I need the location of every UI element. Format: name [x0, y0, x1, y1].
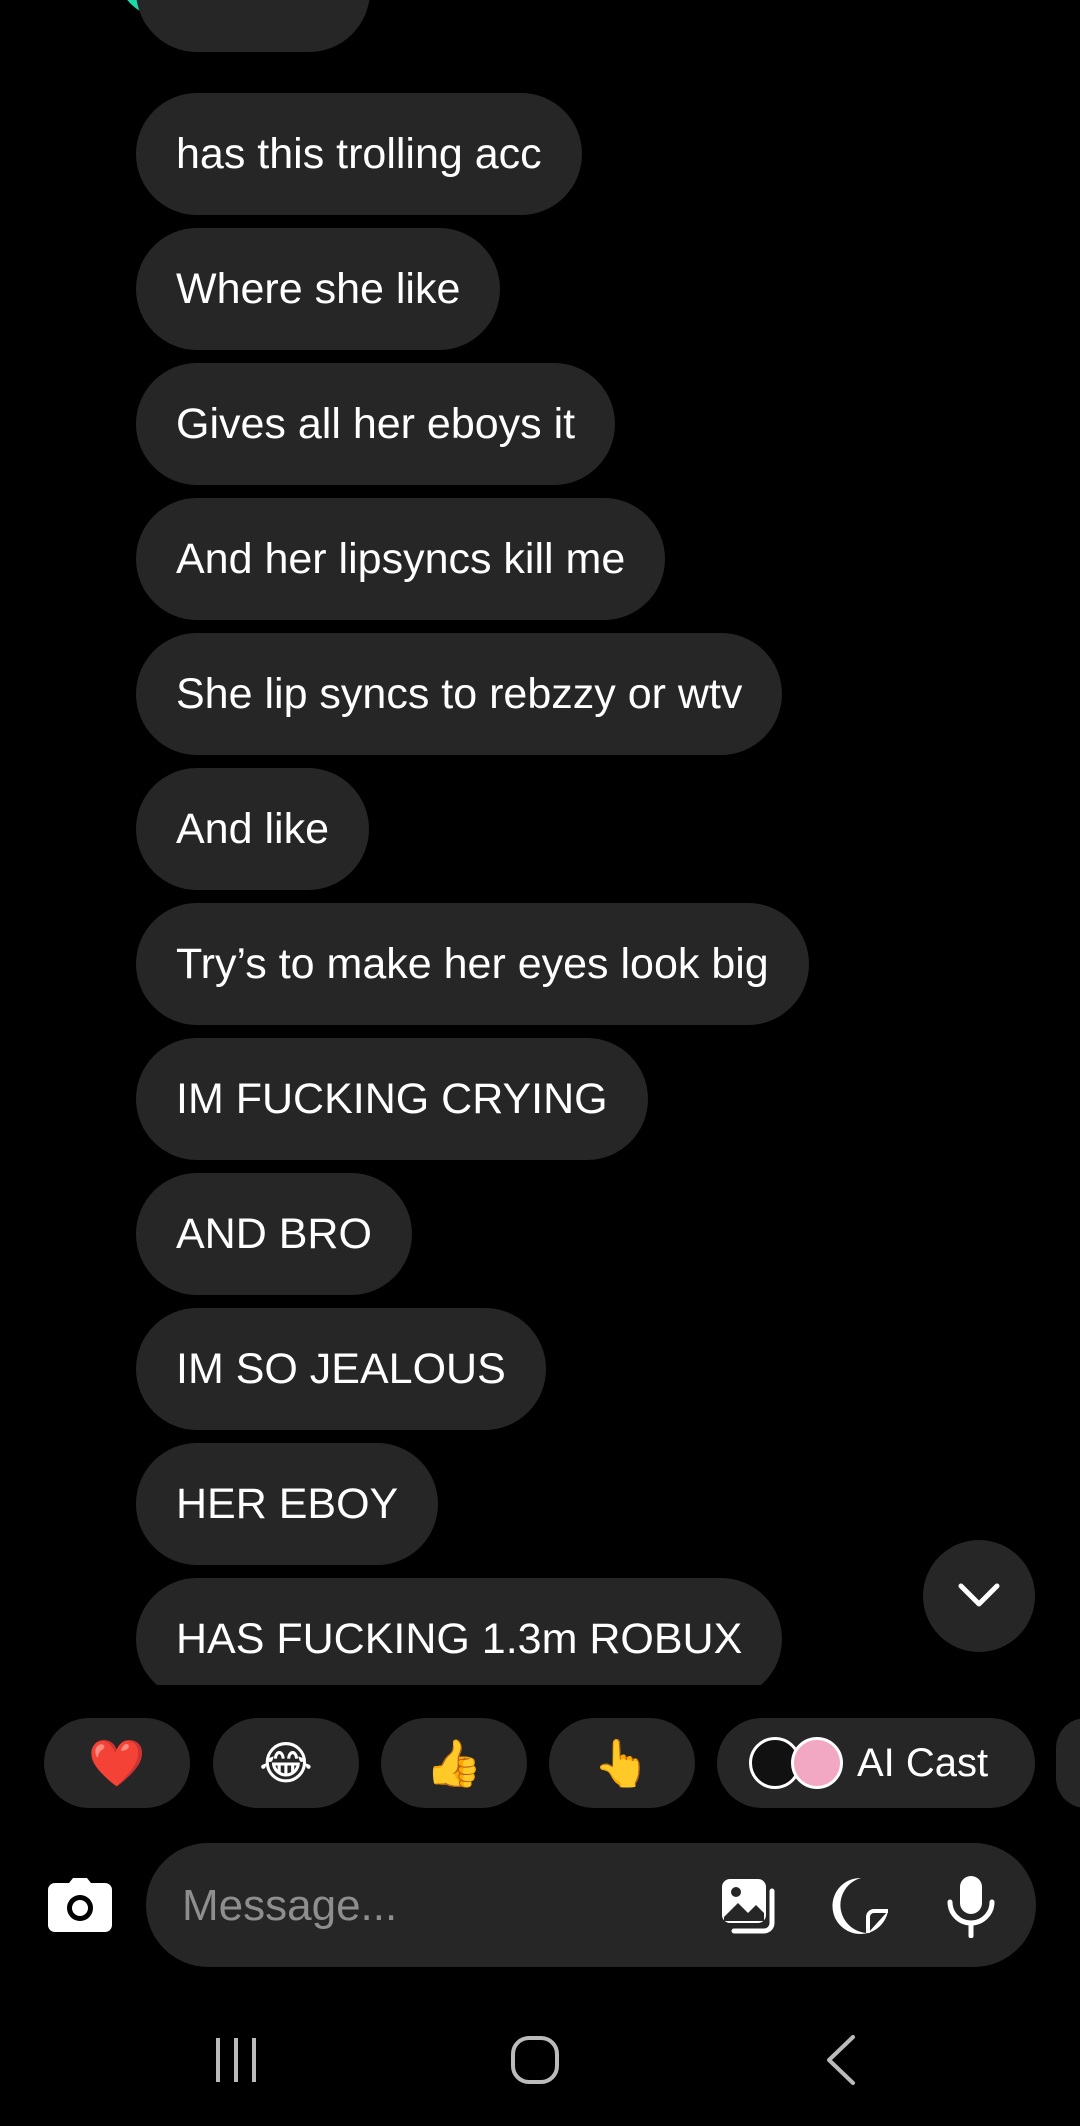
- message-text: IM FUCKING CRYING: [176, 1074, 608, 1123]
- ai-cast-button[interactable]: AI Cast: [717, 1718, 1035, 1808]
- heart-emoji: ❤️: [88, 1736, 146, 1789]
- pointing-emoji: 👆: [593, 1736, 651, 1789]
- message-bubble[interactable]: Where she like: [136, 228, 501, 350]
- camera-icon: [48, 1878, 112, 1932]
- reaction-pointing[interactable]: 👆: [549, 1718, 695, 1808]
- sticker-icon: [832, 1877, 888, 1934]
- home-icon: [511, 2036, 559, 2084]
- message-bubble[interactable]: [136, 0, 370, 52]
- message-thread[interactable]: has this trolling acc Where she like Giv…: [0, 0, 1080, 1685]
- camera-button[interactable]: [40, 1870, 120, 1940]
- message-text: has this trolling acc: [176, 129, 542, 178]
- sticker-button[interactable]: [826, 1871, 896, 1941]
- message-text: She lip syncs to rebzzy or wtv: [176, 669, 743, 718]
- ai-cast-label: AI Cast: [857, 1740, 989, 1785]
- message-bubble[interactable]: Gives all her eboys it: [136, 363, 616, 485]
- message-text: HER EBOY: [176, 1479, 399, 1528]
- message-bubble[interactable]: AND BRO: [136, 1173, 412, 1295]
- message-text: AND BRO: [176, 1209, 372, 1258]
- chevron-down-icon: [958, 1583, 1000, 1607]
- message-text: Try’s to make her eyes look big: [176, 939, 769, 988]
- thumbs-up-emoji: 👍: [425, 1736, 483, 1789]
- message-text: HAS FUCKING 1.3m ROBUX: [176, 1614, 743, 1663]
- message-text: Where she like: [176, 264, 461, 313]
- back-icon: [827, 2035, 855, 2085]
- message-bubble[interactable]: She lip syncs to rebzzy or wtv: [136, 633, 783, 755]
- scroll-to-bottom-button[interactable]: [923, 1540, 1035, 1652]
- message-input[interactable]: [180, 1843, 704, 1969]
- message-bubble[interactable]: IM SO JEALOUS: [136, 1308, 546, 1430]
- back-button[interactable]: [800, 2028, 880, 2092]
- message-bubble[interactable]: IM FUCKING CRYING: [136, 1038, 648, 1160]
- message-bubble[interactable]: HER EBOY: [136, 1443, 439, 1565]
- laughing-emoji: 😂: [259, 1737, 313, 1789]
- recents-icon: [216, 2038, 256, 2082]
- message-composer: [146, 1843, 1036, 1969]
- message-text: IM SO JEALOUS: [176, 1344, 506, 1393]
- message-bubble[interactable]: HAS FUCKING 1.3m ROBUX: [136, 1578, 783, 1685]
- message-bubble[interactable]: And her lipsyncs kill me: [136, 498, 666, 620]
- gallery-button[interactable]: [714, 1871, 784, 1941]
- microphone-button[interactable]: [936, 1871, 1006, 1941]
- message-bubble[interactable]: And like: [136, 768, 369, 890]
- reaction-heart[interactable]: ❤️: [44, 1718, 190, 1808]
- recents-button[interactable]: [196, 2030, 276, 2090]
- message-text: And her lipsyncs kill me: [176, 534, 626, 583]
- message-text: And like: [176, 804, 329, 853]
- more-reactions-chip[interactable]: [1056, 1718, 1080, 1808]
- message-bubble[interactable]: Try’s to make her eyes look big: [136, 903, 809, 1025]
- quick-reactions-bar: ❤️ 😂 👍 👆 AI Cast: [0, 1718, 1080, 1808]
- system-navigation-bar: [0, 2010, 1080, 2106]
- message-text: Gives all her eboys it: [176, 399, 576, 448]
- home-button[interactable]: [495, 2028, 575, 2092]
- microphone-icon: [947, 1876, 995, 1938]
- reaction-laugh[interactable]: 😂: [213, 1718, 359, 1808]
- gallery-icon: [722, 1879, 775, 1934]
- ai-character-avatar: [791, 1737, 843, 1789]
- reaction-thumbs-up[interactable]: 👍: [381, 1718, 527, 1808]
- message-bubble[interactable]: has this trolling acc: [136, 93, 582, 215]
